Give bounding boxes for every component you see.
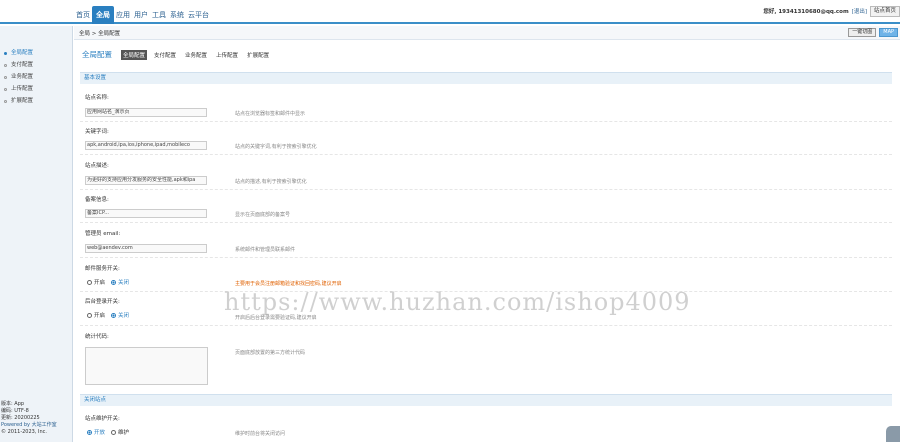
radio-checked-icon [87, 429, 92, 435]
icp-input[interactable]: 备案ICP... [85, 209, 207, 218]
divider [80, 154, 892, 155]
bullet-icon [4, 88, 7, 91]
login-switch-label: 后台登录开关: [85, 299, 120, 305]
sidebar-item-upload[interactable]: 上传配置 [3, 85, 71, 94]
description-input[interactable]: 为更好的支持应用分发服务的安全性能,apk和ipa [85, 176, 207, 185]
mail-switch-label: 邮件服务开关: [85, 266, 120, 272]
maintenance-closed[interactable]: 维护 [111, 428, 129, 436]
nav-system[interactable]: 系统 [168, 6, 186, 24]
tab-payment[interactable]: 支付配置 [152, 50, 178, 60]
login-switch-off[interactable]: 关闭 [111, 311, 129, 319]
nav-cloud[interactable]: 云平台 [186, 6, 211, 24]
breadcrumb: 全局 > 全局配置 [79, 31, 121, 37]
nav-apps[interactable]: 应用 [114, 6, 132, 24]
maintenance-label: 站点维护开关: [85, 416, 120, 422]
one-click-button[interactable]: 一键切图 [848, 28, 877, 37]
bullet-icon [4, 52, 7, 55]
divider [80, 121, 892, 122]
site-name-input[interactable]: 应用网站名_演示页 [85, 108, 207, 117]
sidebar-item-payment[interactable]: 支付配置 [3, 61, 71, 70]
divider [80, 325, 892, 326]
powered-by[interactable]: Powered by 大站工作室 [1, 422, 57, 428]
update-info: 更新: 20200225 [1, 415, 40, 421]
site-home-button[interactable]: 站点首页 [869, 5, 900, 17]
copyright: © 2011-2023, Inc. [1, 429, 48, 435]
main-nav: 首页 全局 应用 用户 工具 系统 云平台 [74, 6, 211, 24]
radio-checked-icon [111, 279, 117, 285]
main-content: 全局配置 全局配置 支付配置 业务配置 上传配置 扩展配置 基本设置 站点名称:… [74, 41, 900, 442]
email-hint: 系统邮件和管理员联系邮件 [235, 247, 296, 253]
breadcrumb-bar: 全局 > 全局配置 一键切图 MAP [74, 26, 900, 40]
mail-switch-off[interactable]: 关闭 [111, 278, 129, 286]
divider [80, 222, 892, 223]
tab-extend[interactable]: 扩展配置 [245, 50, 271, 60]
site-name-label: 站点名称: [85, 95, 109, 101]
icp-hint: 显示在页面底部的备案号 [235, 212, 291, 218]
sidebar-item-business[interactable]: 业务配置 [3, 73, 71, 82]
maintenance-hint: 维护时前台将关闭访问 [235, 431, 286, 437]
tab-global[interactable]: 全局配置 [121, 49, 148, 60]
map-button[interactable]: MAP [879, 28, 898, 37]
login-switch-radios: 开启 关闭 [87, 311, 129, 319]
logout-link[interactable]: [退出] [852, 7, 867, 15]
user-email: 您好, 19341310680@qq.com [763, 9, 849, 15]
keywords-label: 关键字词: [85, 129, 109, 135]
stat-code-label: 统计代码: [85, 334, 109, 340]
radio-icon [87, 312, 92, 318]
chat-icon[interactable] [886, 426, 900, 442]
mail-switch-radios: 开启 关闭 [87, 278, 129, 286]
watermark-text: https://www.huzhan.com/ishop4009 [224, 288, 691, 316]
mail-switch-on[interactable]: 开启 [87, 278, 105, 286]
radio-checked-icon [111, 312, 117, 318]
site-name-hint: 站点在浏览器标签和邮件中显示 [235, 111, 306, 117]
radio-icon [111, 429, 117, 435]
tab-business[interactable]: 业务配置 [183, 50, 209, 60]
nav-home[interactable]: 首页 [74, 6, 92, 24]
bullet-icon [4, 64, 7, 67]
bullet-icon [4, 100, 7, 103]
email-label: 管理员 email: [85, 231, 121, 237]
maintenance-open[interactable]: 开放 [87, 428, 105, 436]
stat-code-textarea[interactable] [85, 347, 208, 385]
nav-users[interactable]: 用户 [132, 6, 150, 24]
mail-switch-hint: 主要用于会员注册邮箱验证和找回密码,建议开启 [235, 281, 342, 287]
section-close: 关闭站点 [80, 394, 892, 406]
bullet-icon [4, 76, 7, 79]
nav-global[interactable]: 全局 [92, 6, 114, 24]
divider [80, 189, 892, 190]
encoding-info: 编码: UTF-8 [1, 408, 29, 414]
description-label: 站点描述: [85, 163, 109, 169]
section-basic: 基本设置 [80, 72, 892, 84]
keywords-hint: 站点的关键字词,有利于搜索引擎优化 [235, 144, 317, 150]
icp-label: 备案信息: [85, 197, 109, 203]
nav-tools[interactable]: 工具 [150, 6, 168, 24]
sidebar-item-extend[interactable]: 扩展配置 [3, 97, 71, 106]
top-bar: 首页 全局 应用 用户 工具 系统 云平台 您好, 19341310680@qq… [0, 0, 900, 24]
user-area: 您好, 19341310680@qq.com [退出] 站点首页 [763, 5, 900, 17]
page-title: 全局配置 [82, 50, 112, 59]
description-hint: 站点的描述,有利于搜索引擎优化 [235, 179, 307, 185]
sidebar: 全局配置 支付配置 业务配置 上传配置 扩展配置 版本: App 编码: UTF… [0, 26, 73, 442]
version-info: 版本: App [1, 401, 25, 407]
email-input[interactable]: web@aendev.com [85, 244, 207, 253]
config-tabs: 全局配置 全局配置 支付配置 业务配置 上传配置 扩展配置 [82, 49, 271, 60]
sidebar-item-global[interactable]: 全局配置 [3, 49, 71, 58]
maintenance-radios: 开放 维护 [87, 428, 129, 436]
login-switch-on[interactable]: 开启 [87, 311, 105, 319]
tab-upload[interactable]: 上传配置 [214, 50, 240, 60]
keywords-input[interactable]: apk,android,ipa,ios,iphone,ipad,mobileco [85, 141, 207, 150]
stat-code-hint: 页面底部放置的第三方统计代码 [235, 350, 306, 356]
radio-icon [87, 279, 92, 285]
divider [80, 257, 892, 258]
